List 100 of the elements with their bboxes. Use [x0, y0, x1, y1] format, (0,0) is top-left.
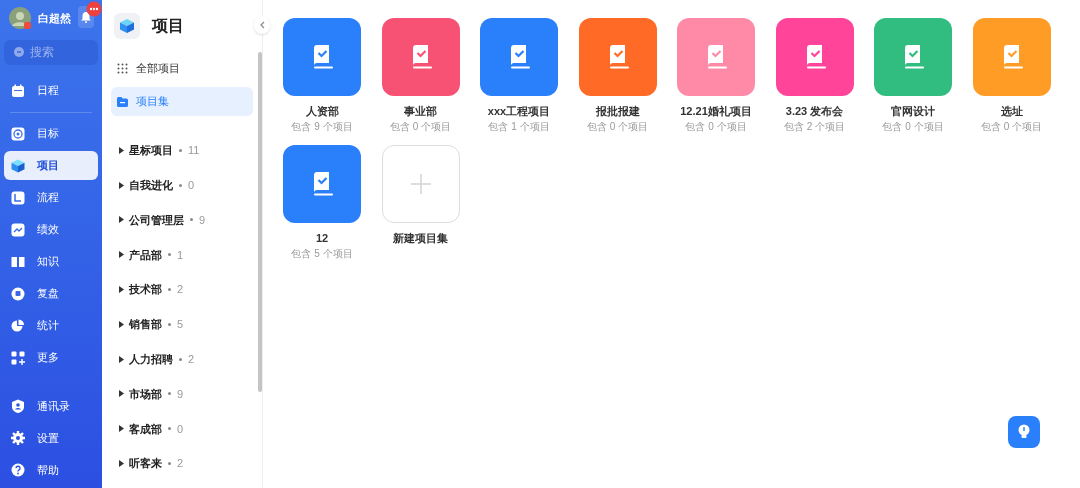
nav-item[interactable]: 项目: [4, 151, 98, 180]
caret-right-icon: [119, 216, 124, 224]
grid-icon: [117, 63, 128, 74]
cube-icon: [11, 158, 25, 173]
book-icon: [11, 254, 25, 269]
contacts-icon: [11, 399, 25, 413]
group-row[interactable]: 自我进化 0: [102, 167, 262, 203]
group-row[interactable]: 听客来 2: [102, 446, 262, 481]
target-icon: [11, 126, 25, 141]
calendar-icon: [11, 83, 25, 98]
group-name: 人力招聘: [129, 351, 173, 367]
group-name: 听客来: [129, 456, 162, 472]
collection-name: 官网设计: [891, 104, 935, 118]
group-row[interactable]: 技术部 2: [102, 272, 262, 307]
group-count: 9: [199, 212, 206, 228]
project-count: 包含 1 个项目: [488, 121, 550, 133]
collection-tile[interactable]: [283, 145, 361, 223]
group-name: 销售部: [129, 317, 162, 333]
caret-right-icon: [119, 251, 124, 259]
collection-name: 人资部: [305, 104, 339, 118]
view-item[interactable]: 项目集: [111, 87, 253, 116]
collection-tile[interactable]: [775, 18, 854, 96]
nav-item[interactable]: 更多: [4, 343, 98, 372]
avatar-icon[interactable]: [8, 6, 32, 30]
nav-item[interactable]: 通讯录: [4, 391, 98, 421]
tips-button[interactable]: [1008, 416, 1040, 448]
nav-item[interactable]: 流程: [4, 183, 98, 212]
group-row[interactable]: 销售部 5: [102, 307, 262, 342]
collection-name: 报批报建: [595, 104, 640, 118]
collection-tile[interactable]: [677, 18, 755, 96]
group-row[interactable]: 产品部 1: [102, 237, 262, 273]
folder-icon: [117, 96, 128, 107]
group-name: 自我进化: [129, 177, 173, 193]
group-count: 2: [188, 351, 195, 367]
project-count: 包含 0 个项目: [685, 121, 747, 133]
group-row[interactable]: 人力招聘 2: [102, 341, 262, 377]
collection-name: 12.21婚礼项目: [680, 104, 752, 118]
group-name: 客成部: [129, 421, 162, 437]
project-count: 包含 2 个项目: [783, 121, 846, 133]
collection-tile[interactable]: [480, 18, 558, 96]
collection-name: 选址: [1000, 104, 1023, 118]
group-count: 5: [177, 317, 184, 333]
group-name: 市场部: [129, 386, 162, 402]
collection-name: 12: [315, 231, 329, 245]
collapse-button[interactable]: [254, 16, 270, 34]
group-name: 产品部: [129, 247, 162, 263]
group-count: 2: [177, 456, 184, 472]
caret-right-icon: [119, 320, 124, 328]
group-count: 0: [188, 177, 195, 193]
nav-item[interactable]: 帮助: [4, 455, 98, 485]
group-count: 1: [177, 247, 184, 263]
collection-tile[interactable]: [972, 18, 1051, 96]
project-count: 包含 5 个项目: [291, 248, 353, 260]
nav-item[interactable]: 绩效: [4, 215, 98, 244]
project-count: 包含 9 个项目: [291, 121, 353, 133]
group-name: 公司管理层: [129, 212, 184, 228]
scrollbar[interactable]: [258, 52, 262, 392]
collection-tile[interactable]: [874, 18, 952, 96]
collection-tile[interactable]: [283, 18, 361, 96]
caret-right-icon: [119, 460, 124, 468]
panel-title: 项目: [152, 16, 184, 36]
nav-item[interactable]: 统计: [4, 311, 98, 340]
user-name: 白超然: [38, 10, 71, 26]
search-field[interactable]: 搜索: [4, 39, 98, 65]
review-icon: [11, 286, 25, 301]
project-count: 包含 0 个项目: [980, 121, 1043, 133]
collection-tile[interactable]: [381, 18, 460, 96]
project-logo-icon: [114, 13, 140, 39]
group-name: 星标项目: [129, 143, 173, 159]
group-row[interactable]: 客成部 0: [102, 411, 262, 447]
nav-item[interactable]: 设置: [4, 423, 98, 453]
group-row[interactable]: 市场部 9: [102, 376, 262, 412]
pie-chart-icon: [11, 318, 25, 333]
caret-right-icon: [119, 390, 124, 398]
nav-item[interactable]: 知识: [4, 247, 98, 276]
help-icon: [11, 463, 25, 477]
lightbulb-icon: [1017, 424, 1031, 440]
project-count: 包含 0 个项目: [389, 121, 452, 133]
settings-icon: [11, 431, 25, 445]
project-count: 包含 0 个项目: [882, 121, 944, 133]
caret-right-icon: [119, 355, 124, 363]
group-count: 2: [177, 282, 184, 298]
group-row[interactable]: 公司管理层 9: [102, 202, 262, 238]
collection-name: 3.23 发布会: [785, 104, 844, 118]
caret-right-icon: [119, 425, 124, 433]
collection-tile[interactable]: [578, 18, 657, 96]
view-item[interactable]: 全部项目: [111, 54, 253, 83]
nav-item[interactable]: 日程: [4, 76, 98, 105]
collection-name: xxx工程项目: [487, 104, 551, 118]
collection-name: 新建项目集: [393, 231, 448, 245]
bell-icon: [81, 11, 91, 23]
caret-right-icon: [119, 286, 124, 294]
nav-item[interactable]: 目标: [4, 119, 98, 148]
group-row[interactable]: 星标项目 11: [102, 133, 262, 168]
nav-item[interactable]: 复盘: [4, 279, 98, 308]
more-badge-icon[interactable]: [86, 1, 102, 17]
search-icon: [14, 46, 24, 57]
group-count: 0: [177, 421, 184, 437]
flow-icon: [11, 190, 25, 205]
group-count: 11: [188, 143, 200, 159]
